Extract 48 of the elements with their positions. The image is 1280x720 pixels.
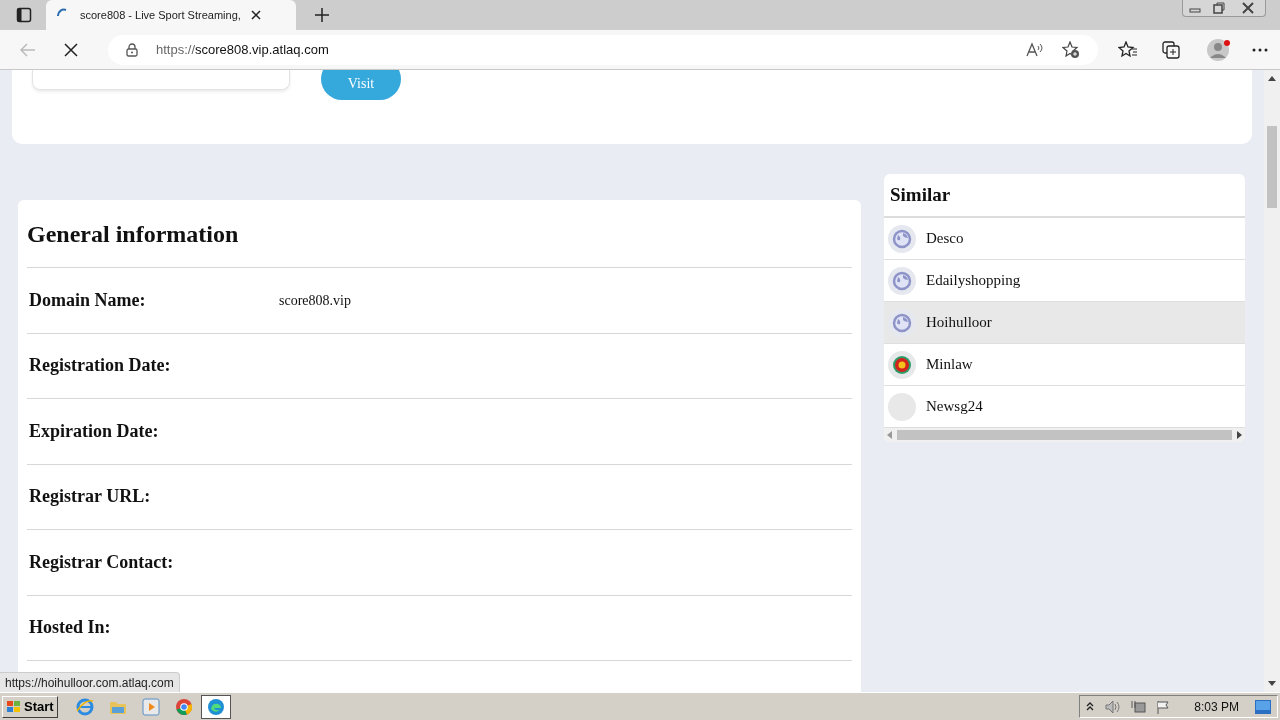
field-label: Registration Date: <box>29 354 172 378</box>
url-text: https://score808.vip.atlaq.com <box>156 40 329 59</box>
site-logo-icon <box>888 350 916 379</box>
globe-icon <box>888 266 916 295</box>
globe-icon <box>888 308 916 337</box>
profile-avatar-icon[interactable] <box>1206 36 1232 63</box>
field-label: Registrar Contact: <box>29 550 175 574</box>
scrollbar-thumb[interactable] <box>897 430 1232 440</box>
close-icon[interactable] <box>250 10 261 20</box>
section-title: General information <box>27 219 239 249</box>
field-label: Hosted In: <box>29 616 112 640</box>
similar-item[interactable]: Hoihulloor <box>884 302 1245 344</box>
scroll-down-icon[interactable] <box>1268 681 1276 686</box>
add-favorite-icon[interactable] <box>1062 40 1080 59</box>
close-window-icon[interactable] <box>1241 2 1255 14</box>
scroll-up-icon[interactable] <box>1268 76 1276 81</box>
scroll-right-icon[interactable] <box>1236 431 1242 439</box>
collections-icon[interactable] <box>1162 40 1180 59</box>
field-label: Domain Name: <box>29 288 147 312</box>
similar-title: Similar <box>890 182 951 207</box>
chevron-up-icon[interactable] <box>1086 701 1095 712</box>
field-label: Registrar URL: <box>29 485 152 509</box>
more-options-icon[interactable] <box>1252 47 1268 52</box>
flag-icon[interactable] <box>1156 699 1171 714</box>
speaker-icon[interactable] <box>1104 699 1121 714</box>
show-desktop-icon[interactable] <box>1255 699 1271 714</box>
status-link-url: https://hoihulloor.com.atlaq.com <box>0 672 180 692</box>
tab-actions-icon[interactable] <box>16 7 32 23</box>
edge-icon <box>206 697 225 716</box>
start-button[interactable]: Start <box>2 695 58 718</box>
new-tab-icon[interactable] <box>314 7 330 23</box>
clock: 8:03 PM <box>1194 698 1239 716</box>
favorites-icon[interactable] <box>1118 40 1138 59</box>
tab-title: score808 - Live Sport Streaming, <box>80 7 241 23</box>
lock-icon <box>126 42 138 57</box>
windows-logo-icon <box>6 699 22 714</box>
browser-tab[interactable]: score808 - Live Sport Streaming, <box>46 0 296 30</box>
read-aloud-icon[interactable] <box>1026 41 1044 58</box>
restore-icon[interactable] <box>1212 2 1226 14</box>
field-value: score808.vip <box>279 291 351 310</box>
field-label: Expiration Date: <box>29 419 160 443</box>
address-field[interactable]: https://score808.vip.atlaq.com <box>108 34 1098 65</box>
scrollbar-thumb[interactable] <box>1267 126 1277 208</box>
stop-loading-icon[interactable] <box>64 42 78 57</box>
globe-icon <box>888 224 916 253</box>
chrome-icon[interactable] <box>174 697 193 716</box>
network-icon[interactable] <box>1130 699 1147 714</box>
edge-taskbar-button[interactable] <box>200 694 231 719</box>
